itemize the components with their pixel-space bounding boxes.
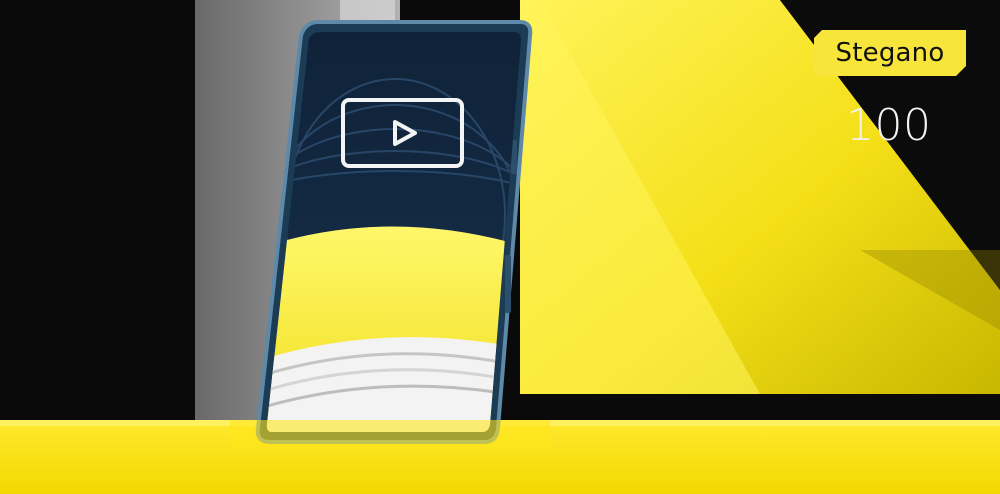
hero-image: Stegano 100 bbox=[0, 0, 1000, 494]
brand-badge: Stegano bbox=[814, 30, 966, 76]
issue-number: 100 bbox=[846, 100, 932, 151]
brand-badge-label: Stegano bbox=[835, 38, 945, 68]
